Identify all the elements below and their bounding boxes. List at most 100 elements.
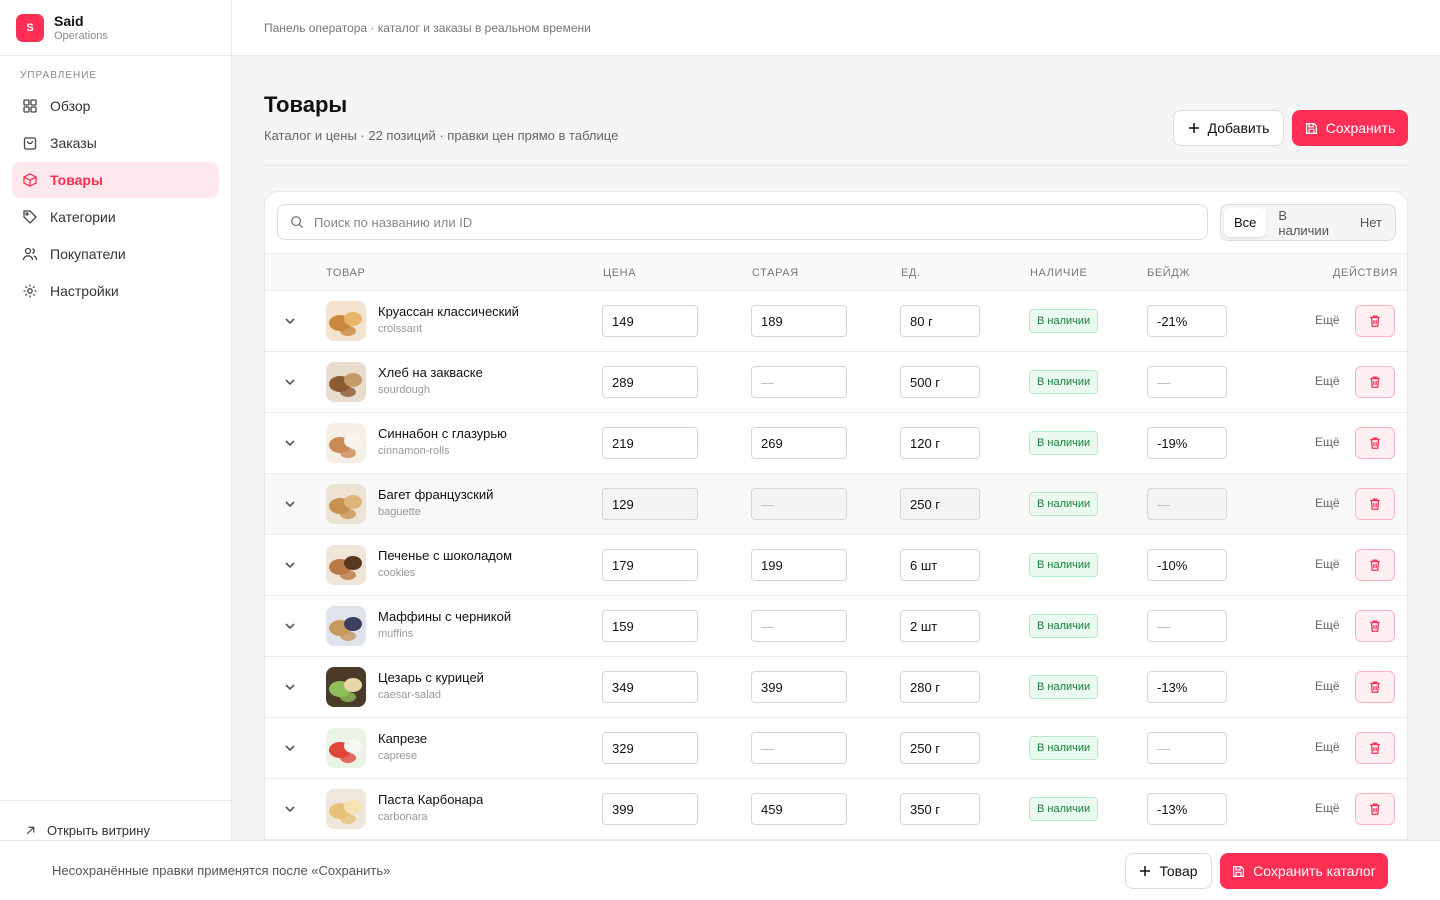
more-button[interactable]: Ещё: [1315, 801, 1340, 815]
delete-button[interactable]: [1355, 366, 1395, 398]
sidebar-item-products[interactable]: Товары: [12, 162, 219, 198]
stock-badge[interactable]: В наличии: [1029, 370, 1099, 394]
old-price-input[interactable]: —: [751, 732, 847, 764]
more-button[interactable]: Ещё: [1315, 435, 1340, 449]
badge-input[interactable]: —: [1147, 610, 1227, 642]
product-slug: muffins: [378, 628, 414, 640]
price-input[interactable]: 399: [602, 793, 698, 825]
delete-button[interactable]: [1355, 427, 1395, 459]
page-subtitle: Каталог и цены · 22 позиций · правки цен…: [264, 128, 619, 143]
table-row: Паста Карбонара carbonara 399 459 350 г В нал…: [265, 779, 1407, 840]
stock-badge[interactable]: В наличии: [1029, 492, 1099, 516]
search-icon: [291, 216, 304, 229]
delete-button[interactable]: [1355, 549, 1395, 581]
chevron-down-icon[interactable]: [282, 679, 298, 695]
price-input[interactable]: 149: [602, 305, 698, 337]
stock-badge[interactable]: В наличии: [1029, 614, 1099, 638]
search-input[interactable]: Поиск по названию или ID: [277, 204, 1208, 240]
chevron-down-icon[interactable]: [282, 618, 298, 634]
sidebar-item-customers[interactable]: Покупатели: [12, 236, 219, 272]
sidebar-item-label: Покупатели: [50, 246, 126, 262]
filter-out-of-stock[interactable]: Нет: [1350, 208, 1392, 237]
save-catalog-button[interactable]: Сохранить каталог: [1220, 853, 1388, 889]
col-unit: Ед.: [901, 267, 921, 279]
delete-button[interactable]: [1355, 793, 1395, 825]
more-button[interactable]: Ещё: [1315, 679, 1340, 693]
sidebar-item-overview[interactable]: Обзор: [12, 88, 219, 124]
old-price-input[interactable]: —: [751, 610, 847, 642]
save-catalog-label: Сохранить каталог: [1253, 863, 1376, 879]
more-button[interactable]: Ещё: [1315, 496, 1340, 510]
brand-subtitle: Operations: [54, 29, 108, 42]
price-input[interactable]: 219: [602, 427, 698, 459]
brand-logo[interactable]: S: [16, 13, 44, 42]
old-price-input[interactable]: —: [751, 366, 847, 398]
price-input[interactable]: 329: [602, 732, 698, 764]
chevron-down-icon[interactable]: [282, 740, 298, 756]
stock-badge[interactable]: В наличии: [1029, 431, 1099, 455]
price-input[interactable]: 289: [602, 366, 698, 398]
unit-input[interactable]: 250 г: [900, 488, 980, 520]
unit-input[interactable]: 250 г: [900, 732, 980, 764]
chevron-down-icon[interactable]: [282, 557, 298, 573]
delete-button[interactable]: [1355, 610, 1395, 642]
delete-button[interactable]: [1355, 671, 1395, 703]
save-button[interactable]: Сохранить: [1292, 110, 1408, 146]
unit-input[interactable]: 6 шт: [900, 549, 980, 581]
add-product-button[interactable]: Добавить: [1173, 110, 1284, 146]
delete-button[interactable]: [1355, 488, 1395, 520]
chevron-down-icon[interactable]: [282, 435, 298, 451]
sidebar-item-settings[interactable]: Настройки: [12, 273, 219, 309]
price-input[interactable]: 179: [602, 549, 698, 581]
chevron-down-icon[interactable]: [282, 801, 298, 817]
stock-badge[interactable]: В наличии: [1029, 736, 1099, 760]
stock-badge[interactable]: В наличии: [1029, 797, 1099, 821]
more-button[interactable]: Ещё: [1315, 740, 1340, 754]
badge-input[interactable]: —: [1147, 366, 1227, 398]
price-input[interactable]: 129: [602, 488, 698, 520]
price-input[interactable]: 159: [602, 610, 698, 642]
more-button[interactable]: Ещё: [1315, 313, 1340, 327]
badge-input[interactable]: -10%: [1147, 549, 1227, 581]
old-price-input[interactable]: 399: [751, 671, 847, 703]
chevron-down-icon[interactable]: [282, 496, 298, 512]
unit-input[interactable]: 80 г: [900, 305, 980, 337]
unit-input[interactable]: 2 шт: [900, 610, 980, 642]
delete-button[interactable]: [1355, 305, 1395, 337]
open-storefront-link[interactable]: Открыть витрину: [0, 801, 231, 838]
sidebar-item-categories[interactable]: Категории: [12, 199, 219, 235]
filter-all[interactable]: Все: [1224, 208, 1267, 237]
sidebar-item-label: Настройки: [50, 283, 119, 299]
badge-input[interactable]: —: [1147, 488, 1227, 520]
stock-badge[interactable]: В наличии: [1029, 675, 1099, 699]
unit-input[interactable]: 280 г: [900, 671, 980, 703]
stock-badge[interactable]: В наличии: [1029, 553, 1099, 577]
old-price-input[interactable]: 269: [751, 427, 847, 459]
filter-in-stock[interactable]: В наличии: [1268, 208, 1347, 238]
more-button[interactable]: Ещё: [1315, 618, 1340, 632]
badge-input[interactable]: -13%: [1147, 793, 1227, 825]
badge-input[interactable]: -19%: [1147, 427, 1227, 459]
chevron-down-icon[interactable]: [282, 374, 298, 390]
delete-button[interactable]: [1355, 732, 1395, 764]
more-button[interactable]: Ещё: [1315, 557, 1340, 571]
unit-input[interactable]: 350 г: [900, 793, 980, 825]
old-price-input[interactable]: 189: [751, 305, 847, 337]
unit-input[interactable]: 500 г: [900, 366, 980, 398]
badge-input[interactable]: -13%: [1147, 671, 1227, 703]
stock-badge[interactable]: В наличии: [1029, 309, 1099, 333]
price-input[interactable]: 349: [602, 671, 698, 703]
badge-input[interactable]: —: [1147, 732, 1227, 764]
more-button[interactable]: Ещё: [1315, 374, 1340, 388]
badge-input[interactable]: -21%: [1147, 305, 1227, 337]
col-badge: Бейдж: [1147, 267, 1191, 279]
old-price-input[interactable]: 199: [751, 549, 847, 581]
chevron-down-icon[interactable]: [282, 313, 298, 329]
table-row: Печенье с шоколадом cookies 179 199 6 шт В на…: [265, 535, 1407, 596]
old-price-input[interactable]: 459: [751, 793, 847, 825]
sidebar-item-orders[interactable]: Заказы: [12, 125, 219, 161]
old-price-input[interactable]: —: [751, 488, 847, 520]
add-item-button[interactable]: Товар: [1125, 853, 1212, 889]
unit-input[interactable]: 120 г: [900, 427, 980, 459]
sidebar-item-label: Обзор: [50, 98, 91, 114]
